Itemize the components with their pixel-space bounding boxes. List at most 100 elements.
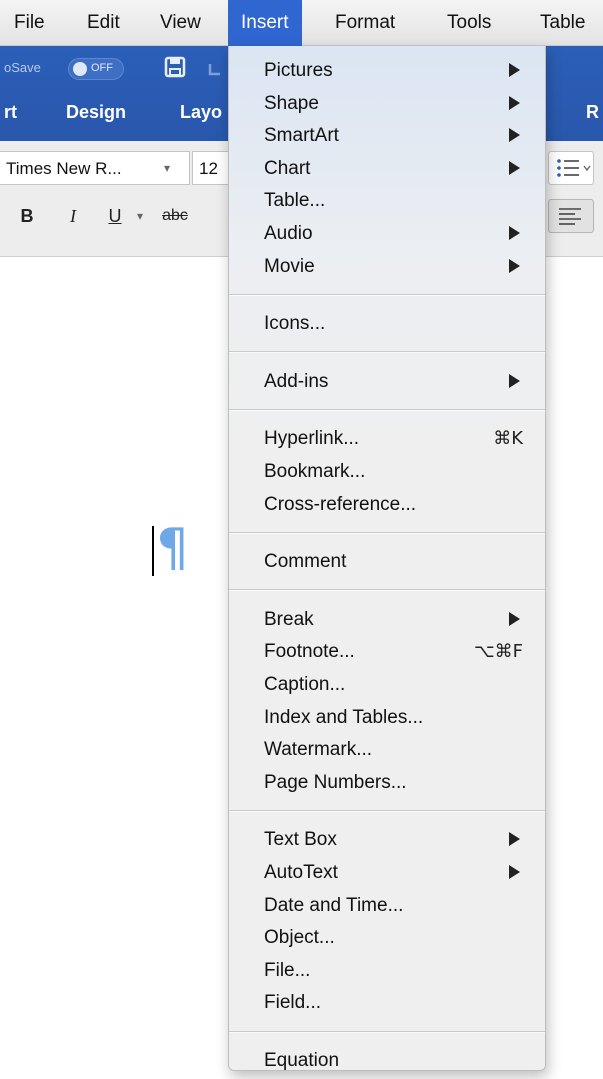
menu-item-comment[interactable]: Comment xyxy=(229,546,545,578)
bullet-list-icon xyxy=(557,159,591,177)
font-size-dropdown[interactable]: 12 xyxy=(192,151,232,185)
tab-review-partial[interactable]: R xyxy=(586,102,599,123)
menu-item-watermark[interactable]: Watermark... xyxy=(229,734,545,766)
menu-item-autotext[interactable]: AutoText xyxy=(229,857,545,889)
submenu-arrow-icon xyxy=(509,865,520,879)
submenu-arrow-icon xyxy=(509,832,520,847)
submenu-arrow-icon xyxy=(509,226,520,240)
tab-insert-partial[interactable]: rt xyxy=(4,102,17,123)
menu-item-cross-reference[interactable]: Cross-reference... xyxy=(229,489,545,521)
underline-chevron-down-icon[interactable]: ▾ xyxy=(132,199,148,233)
menu-item-label: AutoText xyxy=(264,862,338,883)
menu-item-caption[interactable]: Caption... xyxy=(229,669,545,701)
menu-separator xyxy=(229,408,545,411)
italic-button[interactable]: I xyxy=(58,199,88,233)
menu-item-object[interactable]: Object... xyxy=(229,922,545,954)
menu-separator xyxy=(229,809,545,812)
submenu-arrow-icon xyxy=(509,63,520,77)
menu-item-hyperlink[interactable]: Hyperlink... ⌘K xyxy=(229,423,545,455)
menu-item-text-box[interactable]: Text Box xyxy=(229,824,545,856)
menu-item-label: File... xyxy=(264,959,311,981)
menu-item-label: Page Numbers... xyxy=(264,771,407,793)
tab-layout[interactable]: Layo xyxy=(180,102,222,123)
menu-item-field[interactable]: Field... xyxy=(229,987,545,1019)
submenu-arrow-icon xyxy=(509,258,520,273)
menubar-file[interactable]: File xyxy=(4,0,55,46)
menubar-format[interactable]: Format xyxy=(325,0,405,46)
menu-item-pictures[interactable]: Pictures xyxy=(229,55,545,87)
menu-item-label: Date and Time... xyxy=(264,894,404,916)
menu-item-label: Field... xyxy=(264,992,322,1014)
submenu-arrow-icon xyxy=(509,611,520,626)
menu-item-smartart[interactable]: SmartArt xyxy=(229,120,545,152)
menu-item-label: Shape xyxy=(264,92,319,114)
menu-item-label: Table... xyxy=(264,190,326,212)
menu-item-chart[interactable]: Chart xyxy=(229,153,545,185)
strikethrough-button[interactable]: abc xyxy=(150,199,200,233)
font-name-value: Times New R... xyxy=(6,159,122,178)
menu-item-label: Chart xyxy=(264,157,311,179)
menubar-tools[interactable]: Tools xyxy=(437,0,501,46)
toggle-knob xyxy=(73,62,87,76)
menu-item-label: Bookmark... xyxy=(264,461,366,482)
menu-item-label: Caption... xyxy=(264,674,346,695)
menu-item-shape[interactable]: Shape xyxy=(229,88,545,120)
menu-separator xyxy=(229,293,545,296)
menu-item-equation[interactable]: Equation xyxy=(229,1045,545,1077)
menu-item-table[interactable]: Table... xyxy=(229,185,545,217)
insert-menu-dropdown: Pictures Shape SmartArt Chart Table... Audio M… xyxy=(228,46,546,1071)
menu-item-shortcut: ⌘K xyxy=(493,428,523,450)
menubar-view[interactable]: View xyxy=(150,0,211,46)
menu-item-label: Equation xyxy=(264,1050,340,1071)
menu-separator xyxy=(229,589,545,592)
font-name-dropdown[interactable]: Times New R... ▾ xyxy=(0,151,190,185)
menu-item-label: Object... xyxy=(264,927,335,949)
menu-item-page-numbers[interactable]: Page Numbers... xyxy=(229,767,545,799)
submenu-arrow-icon xyxy=(509,128,520,143)
paragraph-mark: ¶ xyxy=(156,518,190,578)
menu-item-movie[interactable]: Movie xyxy=(229,251,545,283)
menu-item-label: Movie xyxy=(264,255,315,277)
menu-item-file[interactable]: File... xyxy=(229,955,545,987)
autosave-label: oSave xyxy=(4,60,41,75)
menu-item-label: Text Box xyxy=(264,829,337,851)
submenu-arrow-icon xyxy=(509,160,520,175)
tab-design[interactable]: Design xyxy=(66,102,126,123)
text-cursor xyxy=(152,526,154,576)
menu-item-label: Index and Tables... xyxy=(264,706,424,728)
menu-item-label: Hyperlink... xyxy=(264,428,360,450)
menu-item-footnote[interactable]: Footnote... ⌥⌘F xyxy=(229,636,545,668)
chevron-down-icon: ▾ xyxy=(164,161,171,175)
font-size-value: 12 xyxy=(199,159,218,178)
menu-item-audio[interactable]: Audio xyxy=(229,218,545,250)
menubar-edit[interactable]: Edit xyxy=(77,0,130,46)
menu-item-label: Footnote... xyxy=(264,641,355,663)
autosave-state: OFF xyxy=(91,62,113,74)
menu-item-label: Icons... xyxy=(264,313,326,335)
bullet-list-button[interactable] xyxy=(548,151,594,185)
menu-item-date-and-time[interactable]: Date and Time... xyxy=(229,890,545,922)
menubar-insert[interactable]: Insert xyxy=(228,0,302,46)
menu-item-label: Add-ins xyxy=(264,370,329,392)
save-icon[interactable] xyxy=(164,56,186,78)
menu-separator xyxy=(229,531,545,534)
menu-item-label: Audio xyxy=(264,223,313,244)
menu-item-add-ins[interactable]: Add-ins xyxy=(229,366,545,398)
menu-item-shortcut: ⌥⌘F xyxy=(473,641,523,663)
menu-item-index-and-tables[interactable]: Index and Tables... xyxy=(229,702,545,734)
undo-icon[interactable] xyxy=(206,60,226,78)
submenu-arrow-icon xyxy=(509,95,520,110)
menu-item-label: Break xyxy=(264,608,314,630)
bold-button[interactable]: B xyxy=(12,199,42,233)
align-left-icon xyxy=(559,208,581,225)
align-left-button[interactable] xyxy=(548,199,594,233)
menu-item-label: Cross-reference... xyxy=(264,493,417,515)
autosave-toggle[interactable]: OFF xyxy=(68,58,124,80)
menu-item-bookmark[interactable]: Bookmark... xyxy=(229,456,545,488)
underline-button[interactable]: U xyxy=(102,199,128,233)
menubar-table[interactable]: Table xyxy=(530,0,595,46)
menu-item-break[interactable]: Break xyxy=(229,604,545,636)
menu-item-label: Pictures xyxy=(264,60,333,81)
menu-item-icons[interactable]: Icons... xyxy=(229,308,545,340)
submenu-arrow-icon xyxy=(509,373,520,388)
